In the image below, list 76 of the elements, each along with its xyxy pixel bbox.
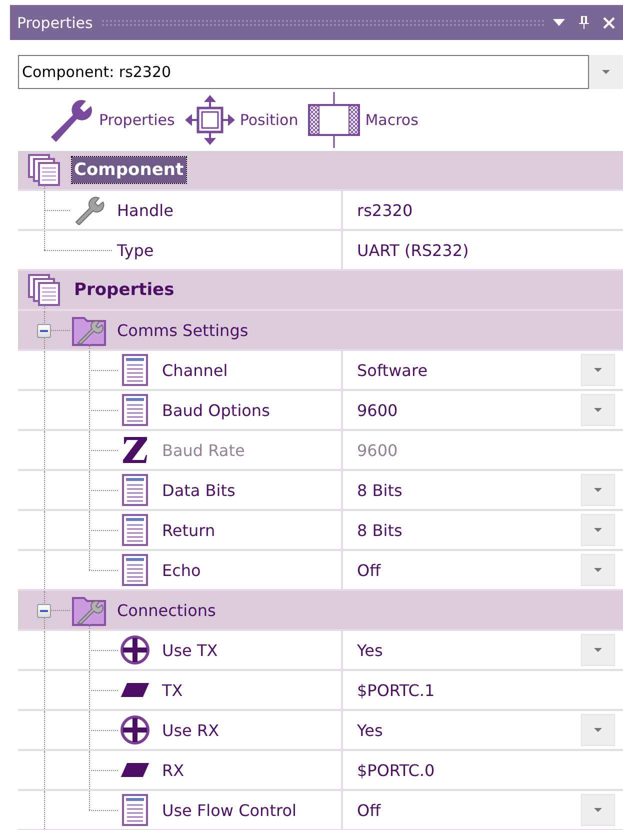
property-value[interactable]: Off (357, 560, 581, 580)
dropdown-button[interactable] (581, 354, 615, 386)
property-name: Return (162, 520, 216, 540)
dropdown-button[interactable] (581, 554, 615, 586)
property-name: Data Bits (162, 480, 236, 500)
parallelogram-icon (120, 681, 150, 699)
property-value[interactable]: $PORTC.0 (357, 760, 615, 780)
toolbar-button[interactable]: Properties (48, 97, 175, 143)
caret-icon (594, 408, 602, 412)
dropdown-button[interactable] (581, 714, 615, 746)
section-header[interactable]: Properties (72, 277, 176, 303)
collapse-toggle[interactable] (37, 324, 51, 338)
move-arrows-icon (184, 95, 235, 145)
caret-icon (594, 488, 602, 492)
document-icon (122, 794, 148, 826)
property-value[interactable]: rs2320 (357, 200, 615, 220)
property-name: Echo (162, 560, 201, 580)
dropdown-button[interactable] (589, 55, 623, 89)
crosshair-circle-icon (120, 635, 150, 665)
property-value[interactable]: $PORTC.1 (357, 680, 615, 700)
caret-icon (594, 528, 602, 532)
property-value[interactable]: Yes (357, 640, 581, 660)
caret-icon (594, 728, 602, 732)
section-header[interactable]: Component (72, 157, 186, 183)
document-icon (122, 354, 148, 386)
crosshair-circle-icon (120, 715, 150, 745)
dropdown-icon[interactable] (553, 19, 565, 26)
dropdown-button[interactable] (581, 514, 615, 546)
property-value[interactable]: Software (357, 360, 581, 380)
z-shape-icon (122, 436, 148, 464)
property-value[interactable]: UART (RS232) (357, 240, 615, 260)
property-value[interactable]: 8 Bits (357, 480, 581, 500)
dropdown-button[interactable] (581, 394, 615, 426)
property-value: 9600 (357, 440, 399, 460)
property-name: Channel (162, 360, 228, 380)
parallelogram-icon (120, 761, 150, 779)
property-value[interactable]: 8 Bits (357, 520, 581, 540)
toolbar-button[interactable]: Position (184, 95, 298, 145)
document-icon (122, 394, 148, 426)
document-icon (122, 474, 148, 506)
caret-icon (594, 648, 602, 652)
property-name: Use Flow Control (162, 800, 296, 820)
caret-icon (594, 368, 602, 372)
dropdown-button[interactable] (581, 634, 615, 666)
pages-icon (28, 154, 62, 186)
property-name: Use TX (162, 640, 218, 660)
property-value[interactable]: 9600 (357, 400, 581, 420)
pages-icon (28, 274, 62, 306)
property-value[interactable]: Yes (357, 720, 581, 740)
folder-wrench-icon (72, 594, 106, 626)
minus-icon (40, 610, 48, 612)
minus-icon (40, 330, 48, 332)
macro-block-icon (308, 92, 360, 148)
panel-title: Properties (17, 14, 93, 32)
group-title[interactable]: Comms Settings (117, 320, 248, 340)
pin-icon[interactable] (579, 16, 589, 29)
property-name: Use RX (162, 720, 220, 740)
document-icon (122, 514, 148, 546)
property-name: Type (117, 240, 154, 260)
property-name: RX (162, 760, 184, 780)
collapse-toggle[interactable] (37, 604, 51, 618)
property-value[interactable]: Off (357, 800, 581, 820)
property-name: Baud Rate (162, 440, 245, 460)
caret-icon (594, 568, 602, 572)
group-title[interactable]: Connections (117, 600, 216, 620)
close-icon[interactable] (603, 16, 615, 28)
property-name: Baud Options (162, 400, 270, 420)
property-name: Handle (117, 200, 174, 220)
dropdown-button[interactable] (581, 794, 615, 826)
document-icon (122, 554, 148, 586)
toolbar-button[interactable]: Macros (308, 92, 418, 148)
caret-icon (594, 808, 602, 812)
dropdown-button[interactable] (581, 474, 615, 506)
folder-wrench-icon (72, 314, 106, 346)
property-name: TX (162, 680, 183, 700)
caret-icon (602, 70, 610, 74)
